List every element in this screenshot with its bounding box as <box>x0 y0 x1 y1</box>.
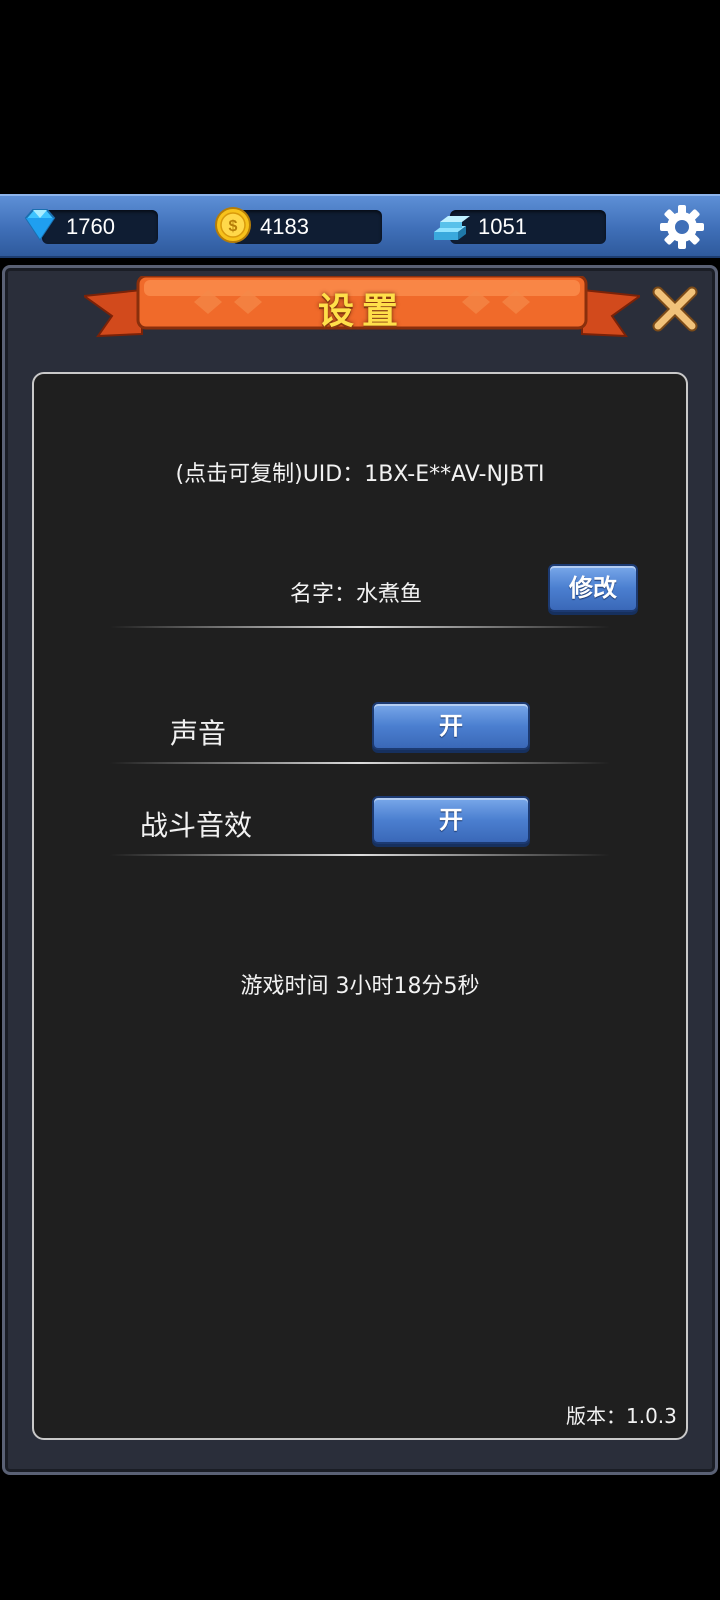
title-ribbon: 设置 <box>84 276 640 342</box>
uid-copy-text[interactable]: (点击可复制)UID：1BX-E**AV-NJBTI <box>0 456 720 488</box>
battle-sound-toggle-button[interactable]: 开 <box>372 796 530 844</box>
coins-value: 4183 <box>260 214 309 239</box>
diamond-icon <box>24 209 56 241</box>
edit-name-button[interactable]: 修改 <box>548 564 638 612</box>
game-screen: 1760 4183 $ 1051 设置 (点击可复制)UID：1BX-E**AV… <box>0 0 720 1600</box>
settings-content <box>32 372 688 1440</box>
blue-ingot-icon <box>434 216 470 240</box>
battle-sound-label: 战斗音效 <box>140 809 253 842</box>
divider <box>110 626 610 628</box>
divider <box>110 854 610 856</box>
ingots-counter: 1051 <box>450 210 606 244</box>
coins-counter: 4183 <box>232 210 382 244</box>
sound-toggle-button[interactable]: 开 <box>372 702 530 750</box>
svg-text:$: $ <box>229 218 238 235</box>
close-icon[interactable] <box>650 284 700 334</box>
ingots-value: 1051 <box>478 214 527 239</box>
version-text: 版本：1.0.3 <box>566 1404 677 1428</box>
gold-coin-icon: $ <box>215 207 251 243</box>
player-name: 名字：水煮鱼 <box>290 582 423 607</box>
gems-value: 1760 <box>66 214 115 239</box>
settings-gear-icon[interactable] <box>658 203 706 251</box>
divider <box>110 762 610 764</box>
settings-title: 设置 <box>317 291 406 332</box>
playtime-text: 游戏时间 3小时18分5秒 <box>240 974 480 999</box>
sound-label: 声音 <box>170 717 227 750</box>
